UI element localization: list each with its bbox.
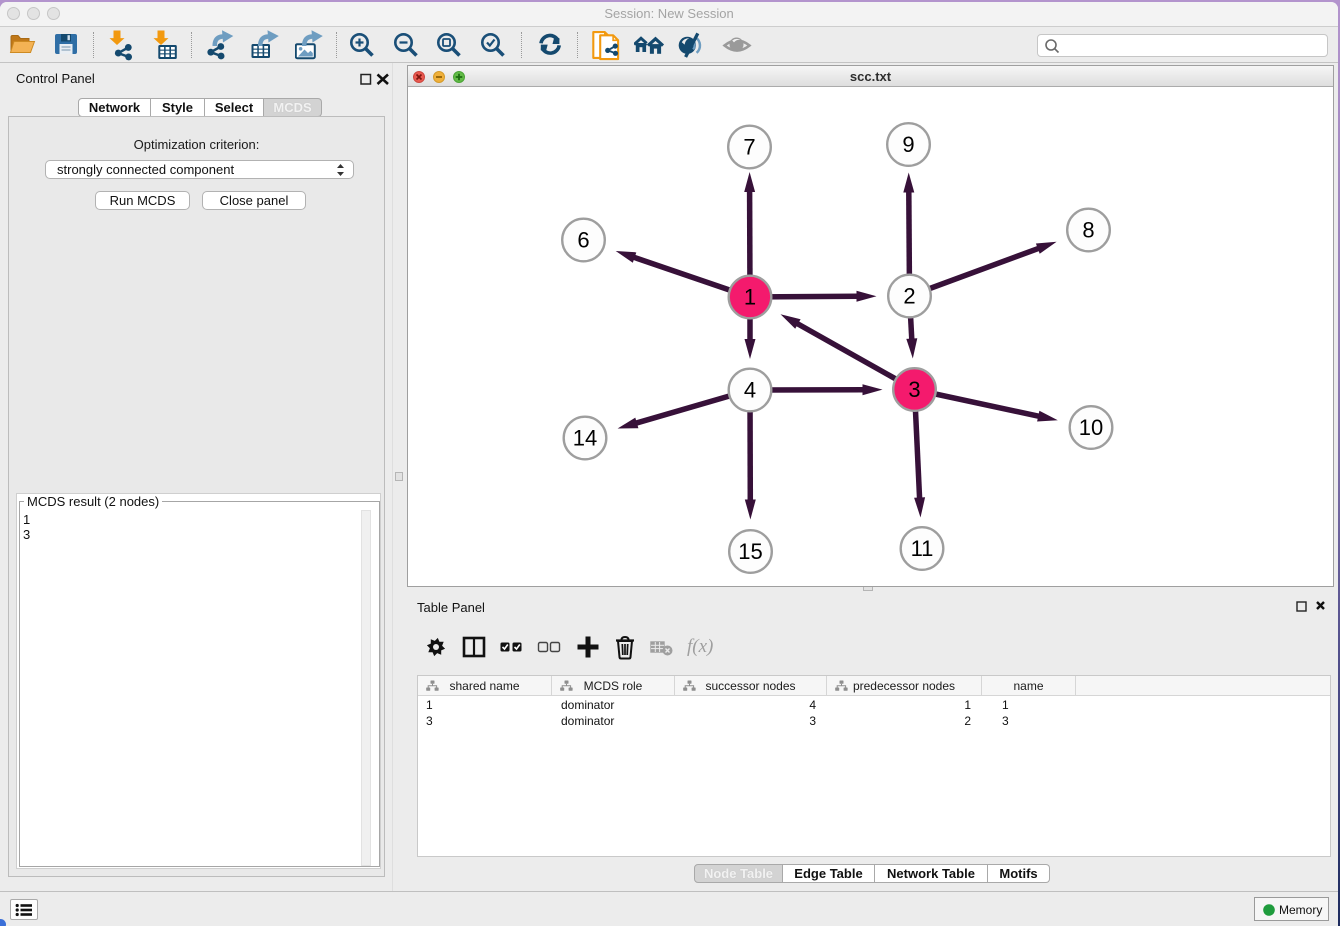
- svg-text:10: 10: [1079, 415, 1103, 440]
- svg-text:6: 6: [577, 228, 589, 253]
- svg-text:3: 3: [908, 377, 920, 402]
- svg-text:8: 8: [1082, 218, 1094, 243]
- svg-text:4: 4: [744, 378, 756, 403]
- svg-text:1: 1: [744, 285, 756, 310]
- svg-text:14: 14: [573, 426, 597, 451]
- svg-text:2: 2: [903, 284, 915, 309]
- svg-text:11: 11: [911, 536, 934, 561]
- svg-text:15: 15: [738, 539, 762, 564]
- svg-text:9: 9: [902, 132, 914, 157]
- svg-text:7: 7: [743, 135, 755, 160]
